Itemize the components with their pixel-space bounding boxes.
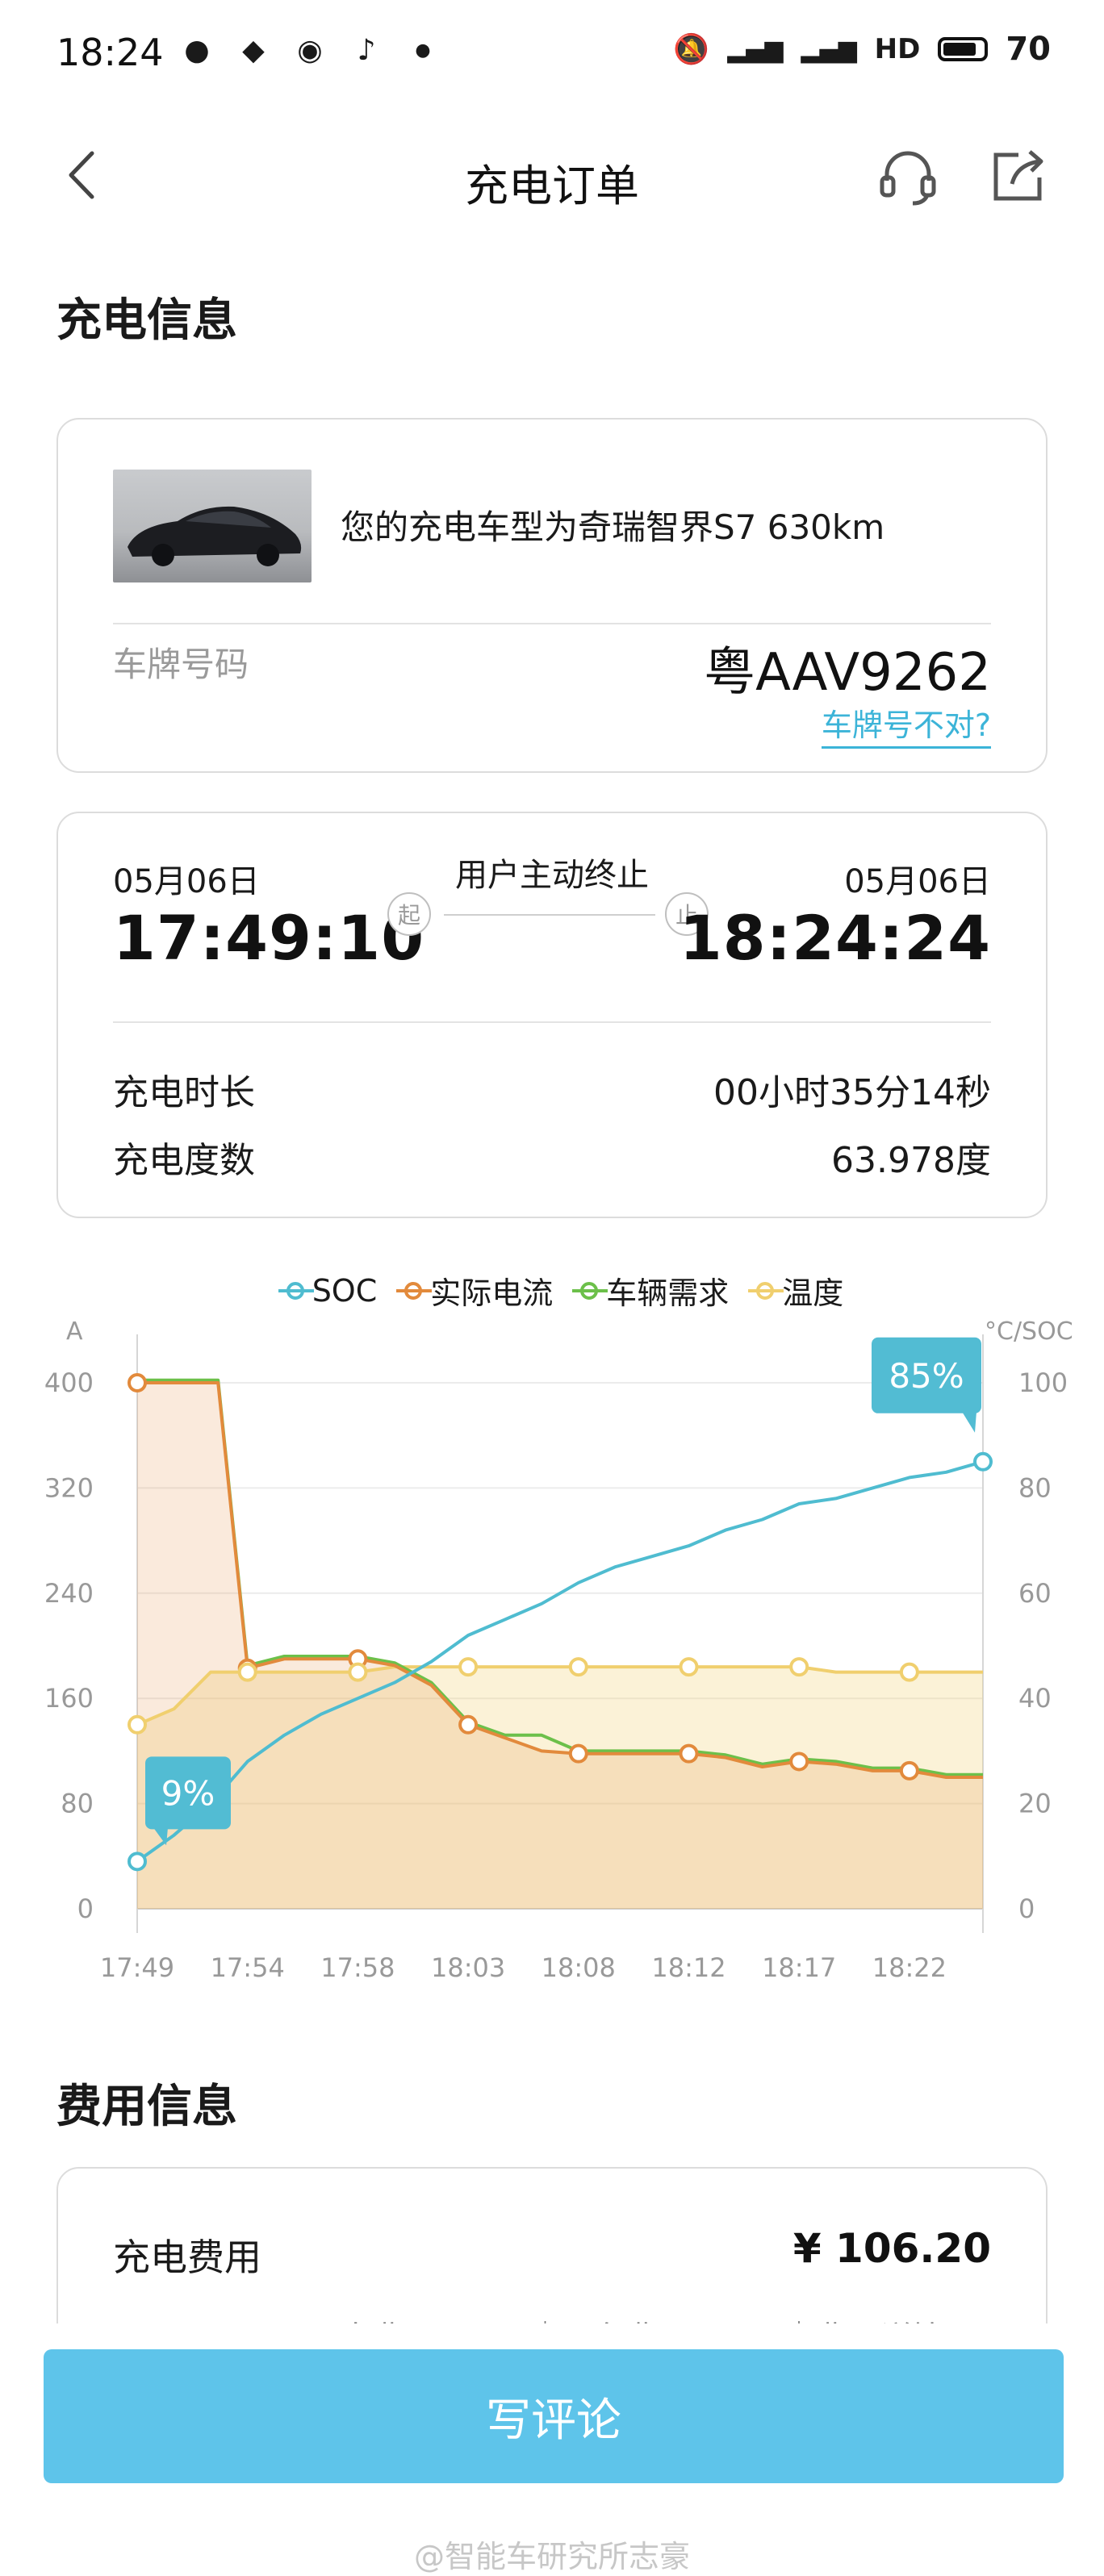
data-point-actual-current bbox=[128, 1373, 147, 1392]
legend-actual-current[interactable]: 实际电流 bbox=[396, 1268, 554, 1313]
timeline-line bbox=[444, 914, 655, 916]
battery-level: 70 bbox=[1006, 31, 1051, 68]
y-right-tick-label: 80 bbox=[1018, 1472, 1052, 1503]
duration-label: 充电时长 bbox=[113, 1072, 255, 1113]
legend-label: 温度 bbox=[782, 1275, 844, 1311]
data-point-temperature bbox=[128, 1714, 147, 1735]
plate-number: 粤AAV9262 bbox=[704, 643, 991, 703]
x-tick-label: 18:12 bbox=[651, 1952, 726, 1983]
y-left-tick-label: 0 bbox=[77, 1893, 94, 1924]
system-icons: 🔕 ▂▄▆ ▂▄▆ HD 70 bbox=[673, 31, 1051, 68]
y-left-tick-label: 160 bbox=[44, 1683, 94, 1714]
data-point-soc bbox=[128, 1852, 147, 1872]
data-point-temperature bbox=[348, 1662, 368, 1682]
car-model-text: 您的充电车型为奇瑞智界S7 630km bbox=[341, 507, 885, 547]
data-point-actual-current bbox=[568, 1743, 588, 1764]
legend-marker bbox=[572, 1281, 608, 1300]
data-point-actual-current bbox=[679, 1743, 699, 1764]
status-bar: 18:24 ● ◆ ◉ ♪ ● 🔕 ▂▄▆ ▂▄▆ HD 70 bbox=[0, 0, 1104, 105]
legend-soc[interactable]: SOC bbox=[278, 1268, 378, 1313]
y-right-tick-label: 40 bbox=[1018, 1683, 1052, 1714]
y-right-tick-label: 0 bbox=[1018, 1893, 1035, 1924]
mute-bell-icon: 🔕 bbox=[673, 33, 710, 66]
notification-icons: ● ◆ ◉ ♪ ● bbox=[179, 32, 441, 68]
chart-legend: SOC 实际电流 车辆需求 温度 bbox=[242, 1268, 888, 1313]
data-point-temperature bbox=[789, 1657, 809, 1677]
write-comment-button[interactable]: 写评论 bbox=[44, 2349, 1064, 2483]
hd-icon: HD bbox=[874, 33, 921, 65]
fee-info-title: 费用信息 bbox=[56, 2081, 237, 2133]
data-point-temperature bbox=[458, 1657, 479, 1677]
signal-icon-2: ▂▄▆ bbox=[801, 35, 857, 64]
vehicle-card: 您的充电车型为奇瑞智界S7 630km 车牌号码 粤AAV9262 车牌号不对? bbox=[56, 418, 1048, 773]
charging-info-title: 充电信息 bbox=[56, 294, 237, 347]
chat-bubble-icon: ◉ bbox=[297, 33, 323, 67]
nav-bar: 充电订单 bbox=[0, 121, 1104, 234]
fee-value: ¥ 106.20 bbox=[792, 2225, 991, 2272]
soc-start-callout-text: 9% bbox=[161, 1773, 215, 1813]
x-tick-label: 18:08 bbox=[542, 1952, 616, 1983]
charging-chart[interactable]: A °C/SOC 0 0 80 20 160 40 240 60 320 80 400 100 17:49 1… bbox=[0, 1307, 1104, 2001]
share-icon[interactable] bbox=[986, 144, 1051, 208]
energy-label: 充电度数 bbox=[113, 1140, 255, 1181]
battery-icon bbox=[938, 37, 989, 61]
status-time: 18:24 bbox=[56, 31, 164, 74]
x-tick-label: 18:03 bbox=[431, 1952, 505, 1983]
data-point-actual-current bbox=[899, 1760, 919, 1781]
end-date: 05月06日 bbox=[844, 863, 991, 900]
car-image bbox=[113, 470, 312, 582]
signal-icon: ▂▄▆ bbox=[727, 35, 784, 64]
app-notification-icon: ◆ bbox=[242, 33, 265, 67]
right-axis-unit: °C/SOC bbox=[985, 1317, 1073, 1346]
data-point-temperature bbox=[568, 1657, 588, 1677]
legend-marker bbox=[278, 1281, 314, 1300]
headset-icon[interactable] bbox=[876, 145, 940, 210]
data-point-temperature bbox=[679, 1657, 699, 1677]
legend-marker bbox=[396, 1281, 433, 1300]
fee-label: 充电费用 bbox=[113, 2236, 261, 2279]
soc-end-callout-text: 85% bbox=[889, 1356, 964, 1396]
data-point-soc bbox=[973, 1451, 993, 1472]
y-right-tick-label: 60 bbox=[1018, 1578, 1052, 1609]
plate-wrong-link[interactable]: 车牌号不对? bbox=[821, 700, 991, 749]
x-tick-label: 17:54 bbox=[211, 1952, 285, 1983]
divider bbox=[113, 623, 991, 624]
legend-label: 实际电流 bbox=[430, 1275, 554, 1311]
y-right-tick-label: 20 bbox=[1018, 1789, 1052, 1819]
session-card: 05月06日 17:49:10 用户主动终止 起 止 05月06日 18:24:… bbox=[56, 812, 1048, 1218]
start-marker: 起 bbox=[387, 892, 431, 936]
watermark: @智能车研究所志豪 bbox=[413, 2539, 690, 2574]
legend-vehicle-demand[interactable]: 车辆需求 bbox=[572, 1268, 730, 1313]
area-current bbox=[137, 1383, 983, 1909]
soc-end-callout-pointer bbox=[962, 1411, 976, 1433]
data-point-temperature bbox=[237, 1662, 257, 1682]
divider bbox=[113, 1021, 991, 1023]
plate-label: 车牌号码 bbox=[113, 645, 249, 684]
energy-value: 63.978度 bbox=[831, 1140, 991, 1181]
left-axis-unit: A bbox=[66, 1317, 83, 1346]
data-point-temperature bbox=[899, 1662, 919, 1682]
legend-marker bbox=[748, 1281, 784, 1300]
start-time: 17:49:10 bbox=[113, 902, 425, 974]
y-left-tick-label: 400 bbox=[44, 1367, 94, 1398]
x-tick-label: 18:17 bbox=[762, 1952, 836, 1983]
more-dot-icon: ● bbox=[415, 40, 431, 61]
legend-temperature[interactable]: 温度 bbox=[748, 1268, 844, 1313]
y-right-tick-label: 100 bbox=[1018, 1367, 1068, 1398]
end-time: 18:24:24 bbox=[679, 902, 991, 974]
message-icon: ● bbox=[184, 33, 210, 67]
data-point-actual-current bbox=[789, 1751, 809, 1772]
y-left-tick-label: 80 bbox=[61, 1789, 94, 1819]
duration-value: 00小时35分14秒 bbox=[713, 1072, 991, 1113]
y-left-tick-label: 320 bbox=[44, 1472, 94, 1503]
tiktok-icon: ♪ bbox=[357, 33, 376, 67]
y-left-tick-label: 240 bbox=[44, 1578, 94, 1609]
x-tick-label: 18:22 bbox=[872, 1952, 947, 1983]
legend-label: SOC bbox=[312, 1272, 378, 1309]
x-tick-label: 17:58 bbox=[320, 1952, 395, 1983]
x-tick-label: 17:49 bbox=[100, 1952, 174, 1983]
data-point-actual-current bbox=[458, 1714, 479, 1735]
legend-label: 车辆需求 bbox=[606, 1275, 730, 1311]
